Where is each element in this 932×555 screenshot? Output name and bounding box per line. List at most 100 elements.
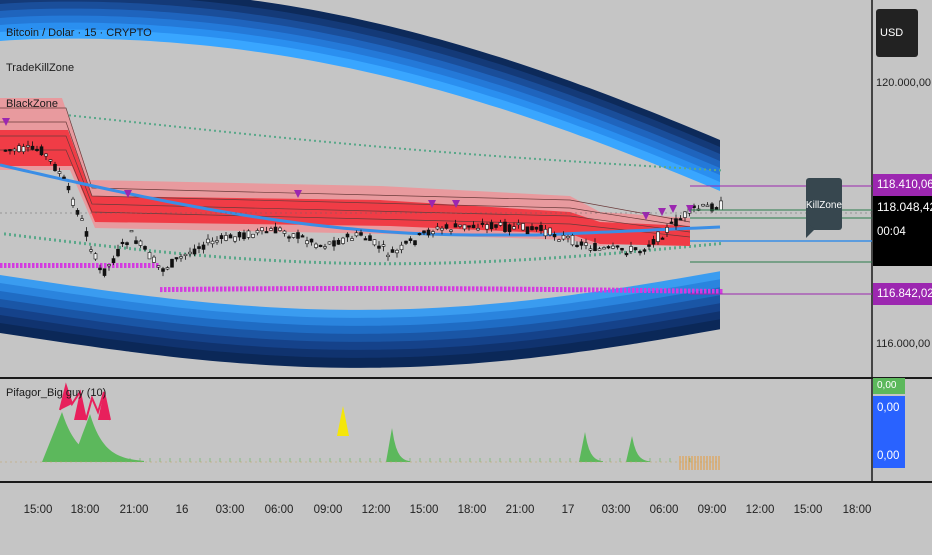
candle-body [363,238,368,241]
teal-dot [644,164,646,167]
trading-chart[interactable]: KillZone Bitcoin / Dolar · 15 · CRYPTO T… [0,0,932,550]
candle-body [665,227,669,233]
candle-body [381,244,386,247]
indicator-tradekillzone[interactable]: TradeKillZone [6,62,74,74]
candle-body [30,145,35,150]
candle-body [251,233,255,238]
magenta-dot [512,286,515,292]
magenta-dot [504,286,507,292]
candle-body [269,228,273,231]
magenta-dot [364,286,367,292]
magenta-dot [716,288,719,294]
teal-dot [444,261,446,265]
teal-dot [584,161,586,164]
candle-body [368,235,372,241]
candle-body [134,240,138,244]
teal-dot [164,124,166,127]
teal-dot [464,152,466,155]
teal-dot [494,155,496,158]
teal-dot [524,157,526,160]
killzone-callout[interactable]: KillZone [806,178,843,238]
teal-dot [114,119,116,122]
teal-dot [84,115,86,118]
magenta-dot [116,263,119,268]
magenta-dot [36,263,39,268]
candle-body [714,207,719,210]
time-label: 12:00 [745,504,775,516]
teal-dot [619,251,621,255]
candle-body [174,257,179,260]
teal-dot [199,128,201,131]
candle-body [341,237,345,244]
indicator-blackzone[interactable]: BlackZone [6,98,58,110]
teal-dot [264,258,266,262]
symbol-title[interactable]: Bitcoin / Dolar · 15 · CRYPTO [6,27,152,39]
candle-body [548,227,552,236]
magenta-dot [124,263,127,268]
teal-dot [709,243,711,247]
teal-dot [704,243,706,247]
magenta-dot [624,287,627,293]
magenta-dot [412,286,415,292]
magenta-dot [260,286,263,292]
candle-body [642,249,647,252]
currency-badge[interactable]: USD [876,9,918,57]
magenta-dot [452,286,455,292]
time-label: 06:00 [264,504,294,516]
teal-dot [604,252,606,256]
teal-dot [604,162,606,165]
candle-body [102,268,107,276]
magenta-dot [480,286,483,292]
candle-body [354,232,359,237]
magenta-dot [436,286,439,292]
teal-dot [334,261,336,265]
magenta-dot [672,288,675,294]
pane-value-blue-filler [873,420,905,444]
teal-dot [504,259,506,263]
candle-body [476,228,480,231]
candle-body [444,224,449,229]
teal-dot [594,253,596,257]
time-label: 18:00 [70,504,100,516]
candle-body [116,248,120,257]
magenta-dot [240,286,243,292]
magenta-dot [76,263,79,268]
chart-canvas[interactable]: KillZone [0,0,932,550]
magenta-dot [712,288,715,294]
candle-body [44,153,48,157]
teal-dot [304,260,306,264]
teal-dot [354,143,356,146]
teal-dot [349,143,351,146]
candle-body [417,233,422,236]
lower-pane-title[interactable]: Pifagor_Big guy (10) [6,387,106,399]
teal-dot [379,262,381,266]
teal-dot [244,257,246,261]
teal-dot [509,258,511,262]
time-label: 17 [561,504,575,516]
candle-body [237,232,242,238]
teal-dot [619,163,621,166]
teal-dot [674,166,676,169]
candle-body [534,226,539,230]
teal-dot [289,137,291,140]
magenta-dot [616,287,619,293]
teal-dot [694,244,696,248]
time-label: 21:00 [119,504,149,516]
lower-pane-histogram [0,382,720,470]
teal-dot [19,234,21,238]
teal-dot [39,236,41,240]
teal-dot [489,259,491,263]
teal-dot [504,155,506,158]
teal-dot [479,153,481,156]
magenta-dot [320,286,323,292]
candle-body [705,204,710,207]
teal-dot [654,165,656,168]
teal-dot [374,145,376,148]
teal-dot [614,251,616,255]
teal-dot [29,235,31,239]
teal-dot [294,137,296,140]
teal-dot [479,260,481,264]
candle-body [485,224,489,230]
magenta-dot [44,263,47,268]
teal-dot [269,258,271,262]
